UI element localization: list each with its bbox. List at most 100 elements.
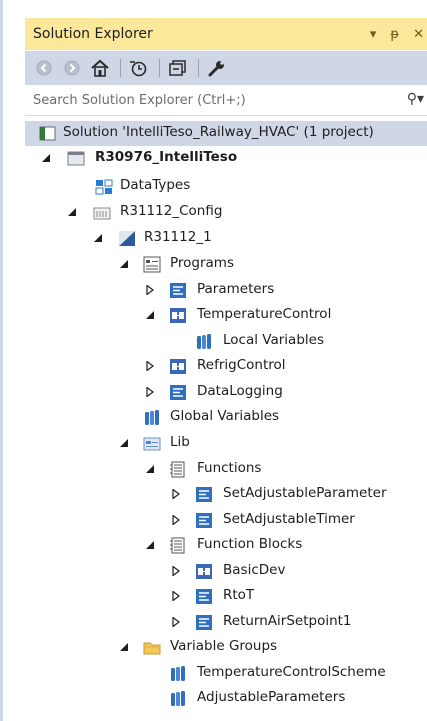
tree-item-temperaturecontrolscheme[interactable]: TemperatureControlScheme	[25, 661, 427, 686]
collapsed-icon[interactable]	[145, 387, 155, 397]
tree-item-refrigcontrol[interactable]: RefrigControl	[25, 354, 427, 379]
expanded-icon[interactable]	[119, 438, 129, 448]
tree-item-label: DataTypes	[120, 177, 191, 193]
tree-item-label: ReturnAirSetpoint1	[223, 613, 352, 629]
tree-item-solution[interactable]: Solution 'IntelliTeso_Railway_HVAC' (1 p…	[25, 121, 427, 146]
pin-icon[interactable]: ᵽ	[390, 27, 399, 42]
collapsed-icon[interactable]	[171, 515, 181, 525]
home-icon	[91, 59, 109, 77]
tree-item-label: RefrigControl	[197, 357, 286, 373]
back-button[interactable]	[33, 57, 55, 79]
tree-item-label: R30976_IntelliTeso	[95, 149, 238, 165]
tree-item-config[interactable]: R31112_Config	[25, 200, 427, 225]
tree-item-variable-groups[interactable]: Variable Groups	[25, 635, 427, 660]
functions-icon	[170, 461, 185, 478]
config-icon	[93, 207, 111, 220]
program-icon	[170, 385, 186, 400]
forward-button[interactable]	[61, 57, 83, 79]
tree-item-project[interactable]: R30976_IntelliTeso	[25, 146, 427, 171]
back-icon	[36, 60, 52, 76]
collapse-all-button[interactable]	[167, 57, 189, 79]
tree-item-setadjustableparameter[interactable]: SetAdjustableParameter	[25, 482, 427, 507]
search-input[interactable]	[31, 92, 375, 109]
expanded-icon[interactable]	[145, 540, 155, 550]
search-bar: ⚲▾	[25, 86, 427, 116]
variables-icon	[145, 410, 159, 425]
forward-icon	[64, 60, 80, 76]
tree-item-rtot[interactable]: RtoT	[25, 584, 427, 609]
tree-item-label: TemperatureControlScheme	[197, 664, 386, 680]
history-icon	[130, 61, 147, 77]
solution-icon	[39, 126, 56, 141]
program-icon	[196, 615, 212, 630]
search-icon[interactable]: ⚲▾	[407, 91, 424, 107]
program-icon	[196, 513, 212, 528]
expanded-icon[interactable]	[93, 233, 103, 243]
properties-button[interactable]	[206, 57, 228, 79]
tree-item-label: TemperatureControl	[197, 306, 332, 322]
block-program-icon	[196, 564, 212, 579]
tree-item-label: BasicDev	[223, 562, 286, 578]
home-button[interactable]	[89, 57, 111, 79]
dropdown-icon[interactable]: ▾	[370, 27, 377, 42]
solution-explorer-panel: Solution Explorer ▾ ᵽ ✕ ⚲▾	[0, 0, 427, 721]
program-icon	[170, 283, 186, 298]
tree-item-label: Programs	[170, 255, 234, 271]
window-controls: ▾ ᵽ ✕	[370, 18, 424, 50]
tree-item-device[interactable]: R31112_1	[25, 226, 427, 251]
tree-item-setadjustabletimer[interactable]: SetAdjustableTimer	[25, 508, 427, 533]
tree-item-label: Functions	[197, 460, 262, 476]
tree-item-label: R31112_1	[144, 229, 212, 245]
variables-icon	[197, 334, 211, 349]
expanded-icon[interactable]	[119, 642, 129, 652]
project-icon	[67, 151, 85, 166]
toolbar-separator	[159, 59, 160, 77]
tree-item-label: SetAdjustableTimer	[223, 511, 355, 527]
tree-item-function-blocks[interactable]: Function Blocks	[25, 533, 427, 558]
solution-tree: Solution 'IntelliTeso_Railway_HVAC' (1 p…	[25, 118, 427, 721]
lib-icon	[143, 437, 161, 451]
tree-item-label: AdjustableParameters	[197, 689, 346, 705]
toolbar-separator	[120, 59, 121, 77]
expanded-icon[interactable]	[119, 259, 129, 269]
wrench-icon	[208, 61, 224, 77]
tree-item-label: Parameters	[197, 281, 275, 297]
tree-item-label: Global Variables	[170, 408, 280, 424]
collapsed-icon[interactable]	[171, 566, 181, 576]
tree-item-returnairsetpoint1[interactable]: ReturnAirSetpoint1	[25, 610, 427, 635]
title-bar: Solution Explorer ▾ ᵽ ✕	[25, 18, 427, 50]
tree-item-adjustableparameters[interactable]: AdjustableParameters	[25, 686, 427, 711]
tree-item-label: R31112_Config	[120, 203, 223, 219]
expanded-icon[interactable]	[67, 207, 77, 217]
tree-item-label: Solution 'IntelliTeso_Railway_HVAC' (1 p…	[63, 124, 374, 140]
tree-item-label: SetAdjustableParameter	[223, 485, 387, 501]
tree-item-functions[interactable]: Functions	[25, 457, 427, 482]
tree-item-basicdev[interactable]: BasicDev	[25, 559, 427, 584]
tree-item-local-variables[interactable]: Local Variables	[25, 329, 427, 354]
expanded-icon[interactable]	[41, 153, 51, 163]
pending-changes-button[interactable]	[128, 57, 150, 79]
tree-item-label: Local Variables	[223, 332, 324, 348]
tree-item-programs[interactable]: Programs	[25, 252, 427, 277]
collapsed-icon[interactable]	[171, 489, 181, 499]
tree-item-label: Function Blocks	[197, 536, 303, 552]
expanded-icon[interactable]	[145, 464, 155, 474]
tree-item-label: RtoT	[223, 587, 255, 603]
block-program-icon	[170, 359, 186, 374]
tree-item-label: Lib	[170, 434, 190, 450]
tree-item-datalogging[interactable]: DataLogging	[25, 380, 427, 405]
variables-icon	[171, 691, 185, 706]
collapsed-icon[interactable]	[171, 617, 181, 627]
tree-item-datatypes[interactable]: DataTypes	[25, 174, 427, 199]
tree-item-lib[interactable]: Lib	[25, 431, 427, 456]
close-icon[interactable]: ✕	[413, 27, 424, 42]
programs-icon	[143, 256, 161, 273]
collapsed-icon[interactable]	[171, 591, 181, 601]
collapsed-icon[interactable]	[145, 285, 155, 295]
tree-item-parameters[interactable]: Parameters	[25, 278, 427, 303]
panel-title: Solution Explorer	[33, 26, 153, 42]
expanded-icon[interactable]	[145, 310, 155, 320]
collapsed-icon[interactable]	[145, 361, 155, 371]
tree-item-temperaturecontrol[interactable]: TemperatureControl	[25, 303, 427, 328]
tree-item-global-variables[interactable]: Global Variables	[25, 405, 427, 430]
